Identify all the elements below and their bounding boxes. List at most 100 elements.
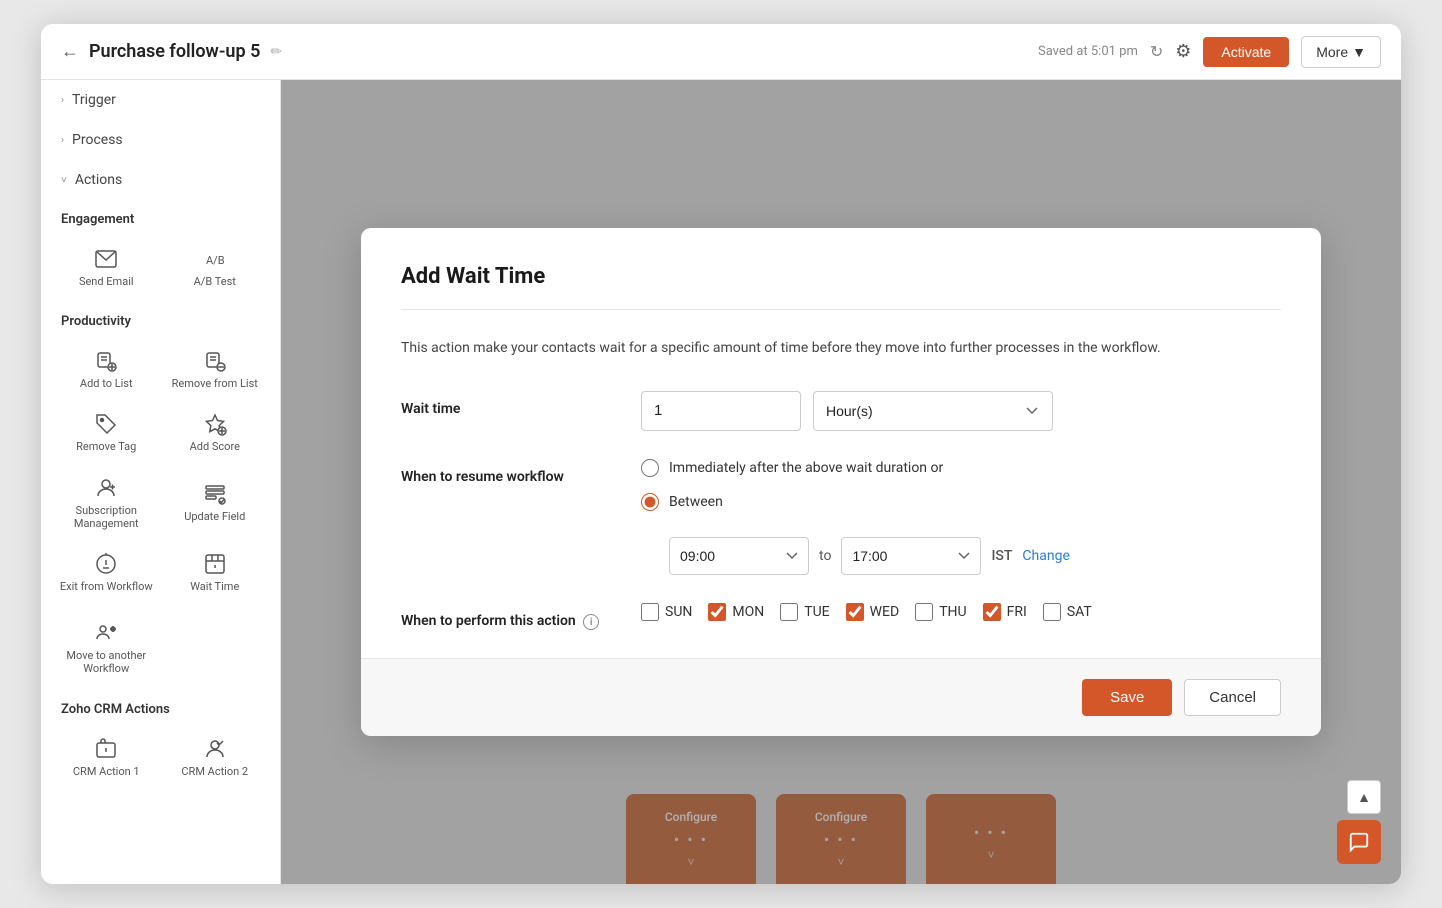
chevron-right-icon: › — [61, 95, 64, 106]
sidebar-item-process[interactable]: › Process — [41, 120, 280, 160]
day-thu: THU — [915, 603, 966, 621]
save-button[interactable]: Save — [1082, 679, 1172, 716]
add-wait-time-modal: Add Wait Time This action make your cont… — [361, 228, 1321, 737]
scroll-top-button[interactable]: ▲ — [1347, 780, 1381, 814]
score-icon — [203, 412, 227, 436]
chat-fab-button[interactable] — [1337, 820, 1381, 864]
fri-checkbox[interactable] — [983, 603, 1001, 621]
time-to-select[interactable]: 17:00 18:00 — [841, 537, 981, 575]
day-mon: MON — [708, 603, 764, 621]
wait-time-inputs: Minute(s) Hour(s) Day(s) Week(s) — [641, 391, 1281, 431]
perform-action-row: When to perform this action i SUN — [401, 603, 1281, 631]
sidebar-item-actions[interactable]: ˅ Actions — [41, 160, 280, 200]
sidebar-item-add-score[interactable]: Add Score — [162, 402, 269, 463]
sun-checkbox[interactable] — [641, 603, 659, 621]
timezone-label: IST — [991, 548, 1012, 564]
productivity-grid: Add to List Remove from List — [41, 335, 280, 607]
sat-checkbox[interactable] — [1043, 603, 1061, 621]
exit-workflow-icon — [94, 552, 118, 576]
wait-time-icon — [203, 552, 227, 576]
sidebar-item-update-field[interactable]: Update Field — [162, 466, 269, 540]
thu-checkbox[interactable] — [915, 603, 933, 621]
tue-checkbox[interactable] — [780, 603, 798, 621]
chat-icon — [1348, 831, 1370, 853]
day-tue: TUE — [780, 603, 829, 621]
change-timezone-link[interactable]: Change — [1022, 548, 1069, 564]
resume-controls: Immediately after the above wait duratio… — [641, 459, 1281, 575]
resume-workflow-row: When to resume workflow Immediately afte… — [401, 459, 1281, 575]
modal-description: This action make your contacts wait for … — [401, 338, 1281, 359]
modal-overlay: Add Wait Time This action make your cont… — [281, 80, 1401, 884]
chevron-down-icon: ▼ — [1352, 44, 1366, 60]
sidebar-item-send-email[interactable]: Send Email — [53, 237, 160, 298]
sidebar-item-subscription[interactable]: Subscription Management — [53, 466, 160, 540]
resume-immediately-option[interactable]: Immediately after the above wait duratio… — [641, 459, 1281, 477]
settings-icon[interactable]: ⚙ — [1175, 41, 1191, 62]
subscription-icon — [94, 476, 118, 500]
resume-between-option[interactable]: Between — [641, 493, 1281, 511]
sidebar: › Trigger › Process ˅ Actions Engagement — [41, 80, 281, 884]
immediately-label: Immediately after the above wait duratio… — [669, 460, 943, 476]
update-field-icon — [203, 482, 227, 506]
modal-title: Add Wait Time — [401, 264, 1281, 289]
remove-list-icon — [203, 349, 227, 373]
time-range-row: 09:00 10:00 to 17:00 18:00 IST — [641, 537, 1281, 575]
day-sun: SUN — [641, 603, 692, 621]
content-area: Configure • • • ˅ Configure • • • ˅ • • … — [281, 80, 1401, 884]
zoho-crm-section-label: Zoho CRM Actions — [41, 690, 280, 723]
sidebar-item-crm1[interactable]: CRM Action 1 — [53, 727, 160, 788]
day-wed: WED — [846, 603, 900, 621]
info-icon[interactable]: i — [583, 614, 599, 630]
wed-checkbox[interactable] — [846, 603, 864, 621]
saved-status: Saved at 5:01 pm — [1038, 44, 1138, 59]
add-list-icon — [94, 349, 118, 373]
mon-checkbox[interactable] — [708, 603, 726, 621]
wait-unit-select[interactable]: Minute(s) Hour(s) Day(s) Week(s) — [813, 391, 1053, 431]
email-icon — [94, 247, 118, 271]
productivity-section-label: Productivity — [41, 302, 280, 335]
days-row: SUN MON TUE — [641, 603, 1281, 621]
days-controls: SUN MON TUE — [641, 603, 1281, 621]
activate-button[interactable]: Activate — [1203, 37, 1289, 67]
sidebar-section-trigger: › Trigger › Process ˅ Actions — [41, 80, 280, 200]
header: ← Purchase follow-up 5 ✏ Saved at 5:01 p… — [41, 24, 1401, 80]
zoho-crm-grid: CRM Action 1 CRM Action 2 — [41, 723, 280, 792]
sidebar-item-remove-from-list[interactable]: Remove from List — [162, 339, 269, 400]
cancel-button[interactable]: Cancel — [1184, 679, 1281, 716]
back-button[interactable]: ← — [61, 41, 79, 62]
more-button[interactable]: More ▼ — [1301, 36, 1381, 68]
wait-time-label: Wait time — [401, 391, 621, 417]
between-radio[interactable] — [641, 493, 659, 511]
modal-body: Add Wait Time This action make your cont… — [361, 228, 1321, 631]
to-label: to — [819, 548, 831, 564]
day-sat: SAT — [1043, 603, 1092, 621]
sidebar-item-add-to-list[interactable]: Add to List — [53, 339, 160, 400]
sidebar-item-move-workflow[interactable]: Move to another Workflow — [53, 611, 160, 685]
header-right: Saved at 5:01 pm ↻ ⚙ Activate More ▼ — [1038, 36, 1381, 68]
edit-icon[interactable]: ✏ — [270, 44, 282, 60]
wait-value-input[interactable] — [641, 391, 801, 431]
svg-text:A/B: A/B — [206, 254, 225, 267]
crm1-icon — [94, 737, 118, 761]
ab-test-icon: A/B — [203, 247, 227, 271]
engagement-section-label: Engagement — [41, 200, 280, 233]
move-workflow-grid: Move to another Workflow — [41, 607, 280, 689]
tag-icon — [94, 412, 118, 436]
resume-label: When to resume workflow — [401, 459, 621, 485]
crm2-icon — [203, 737, 227, 761]
arrow-up-icon: ▲ — [1357, 789, 1371, 806]
sidebar-item-wait-time[interactable]: Wait Time — [162, 542, 269, 603]
page-title: Purchase follow-up 5 — [89, 41, 260, 62]
move-workflow-icon — [94, 621, 118, 645]
sidebar-item-remove-tag[interactable]: Remove Tag — [53, 402, 160, 463]
sidebar-item-trigger[interactable]: › Trigger — [41, 80, 280, 120]
immediately-radio[interactable] — [641, 459, 659, 477]
sidebar-item-ab-test[interactable]: A/B A/B Test — [162, 237, 269, 298]
chevron-down-icon: ˅ — [61, 175, 67, 186]
between-label: Between — [669, 494, 723, 510]
sidebar-item-exit-workflow[interactable]: Exit from Workflow — [53, 542, 160, 603]
modal-divider — [401, 309, 1281, 310]
refresh-icon[interactable]: ↻ — [1150, 42, 1163, 61]
time-from-select[interactable]: 09:00 10:00 — [669, 537, 809, 575]
sidebar-item-crm2[interactable]: CRM Action 2 — [162, 727, 269, 788]
